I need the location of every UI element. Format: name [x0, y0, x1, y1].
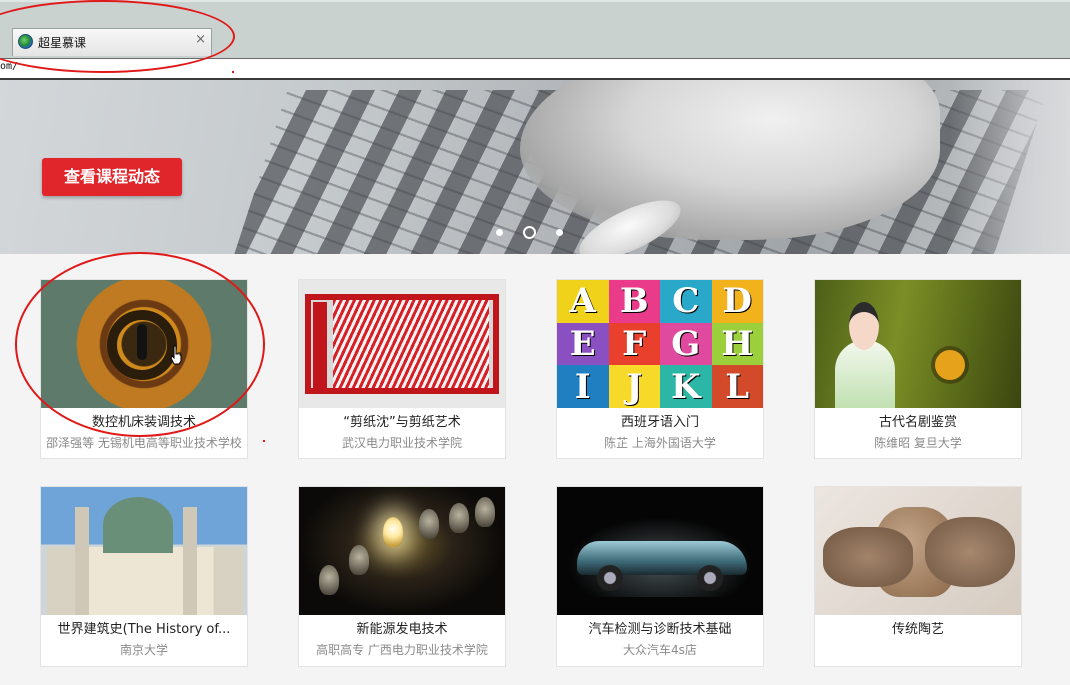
course-title[interactable]: 汽车检测与诊断技术基础: [557, 619, 763, 641]
slider-dot[interactable]: [556, 229, 563, 236]
dome-graphic: [103, 497, 173, 553]
bulb-graphic: [419, 509, 439, 539]
letter-tile: E: [557, 322, 609, 366]
address-bar[interactable]: om/: [0, 58, 1070, 80]
hand-cursor-icon: [170, 345, 182, 365]
letter-tile: I: [557, 365, 609, 408]
course-title[interactable]: 西班牙语入门: [557, 412, 763, 434]
bulb-graphic: [319, 565, 339, 595]
letter-tile: C: [660, 280, 712, 323]
course-thumbnail[interactable]: [815, 280, 1021, 408]
banner-hand-image: [520, 80, 940, 240]
slider-dot[interactable]: [496, 229, 503, 236]
annotation-dot: [232, 71, 234, 73]
figure-graphic: [137, 324, 147, 360]
course-title[interactable]: 世界建筑史(The History of...: [41, 619, 247, 641]
course-card[interactable]: 数控机床装调技术 邵泽强等 无锡机电高等职业技术学校: [40, 279, 248, 459]
course-title[interactable]: 传统陶艺: [815, 619, 1021, 641]
tab-title: 超星慕课: [38, 36, 87, 50]
letter-tile: J: [608, 365, 660, 408]
course-card[interactable]: A B C D E F G H I J K L 西班牙语入门 陈芷 上海外国语大…: [556, 279, 764, 459]
bulb-graphic: [449, 503, 469, 533]
course-thumbnail[interactable]: [557, 487, 763, 615]
opera-face-graphic: [849, 302, 879, 350]
letter-tile: D: [711, 280, 763, 323]
course-meta: 武汉电力职业技术学院: [341, 436, 462, 450]
course-card[interactable]: “剪纸沈”与剪纸艺术 武汉电力职业技术学院: [298, 279, 506, 459]
column-graphic: [183, 507, 197, 615]
hand-graphic: [823, 527, 913, 587]
banner-fade: [950, 80, 1070, 254]
course-meta: 陈芷 上海外国语大学: [604, 436, 716, 450]
course-title[interactable]: 数控机床装调技术: [41, 412, 247, 434]
letter-tile: F: [608, 322, 660, 366]
close-icon[interactable]: ×: [195, 32, 206, 47]
globe-icon: [18, 34, 33, 49]
opera-disc-graphic: [935, 350, 965, 380]
course-title[interactable]: “剪纸沈”与剪纸艺术: [299, 412, 505, 434]
course-thumbnail[interactable]: [815, 487, 1021, 615]
letter-tile: G: [660, 322, 712, 366]
letter-tile: A: [557, 280, 609, 323]
course-meta: 南京大学: [119, 643, 168, 657]
course-card[interactable]: 汽车检测与诊断技术基础 大众汽车4s店: [556, 486, 764, 667]
course-card[interactable]: 古代名剧鉴赏 陈维昭 复旦大学: [814, 279, 1022, 459]
course-thumbnail[interactable]: [41, 280, 247, 408]
course-meta: 高职高专 广西电力职业技术学院: [316, 643, 488, 657]
lit-bulb-graphic: [383, 517, 403, 547]
wheel-graphic: [697, 565, 723, 591]
letter-tile: K: [660, 365, 712, 408]
course-thumbnail[interactable]: [299, 487, 505, 615]
course-card[interactable]: 世界建筑史(The History of... 南京大学: [40, 486, 248, 667]
annotation-dot: [263, 440, 265, 442]
column-graphic: [75, 507, 89, 615]
slider-dots: [496, 222, 583, 239]
course-card[interactable]: 新能源发电技术 高职高专 广西电力职业技术学院: [298, 486, 506, 667]
opera-robe-graphic: [835, 340, 895, 408]
course-meta: 大众汽车4s店: [623, 643, 697, 657]
slider-dot-active[interactable]: [523, 226, 536, 239]
bulb-graphic: [475, 497, 495, 527]
course-thumbnail[interactable]: A B C D E F G H I J K L: [557, 280, 763, 408]
letter-tile: H: [711, 322, 763, 366]
course-thumbnail[interactable]: [299, 280, 505, 408]
papercut-graphic: [333, 300, 489, 388]
letter-tile: B: [608, 280, 660, 323]
course-thumbnail[interactable]: [41, 487, 247, 615]
browser-tab-strip: 超星慕课 ×: [0, 0, 1070, 58]
course-card[interactable]: 传统陶艺: [814, 486, 1022, 667]
view-course-updates-button[interactable]: 查看课程动态: [42, 158, 182, 196]
browser-tab[interactable]: 超星慕课 ×: [12, 28, 212, 56]
course-meta: 陈维昭 复旦大学: [874, 436, 962, 450]
papercut-strip: [313, 302, 327, 388]
wheel-graphic: [597, 565, 623, 591]
course-meta: [815, 641, 1021, 661]
bulb-graphic: [349, 545, 369, 575]
course-title[interactable]: 新能源发电技术: [299, 619, 505, 641]
hand-graphic: [925, 517, 1015, 587]
course-meta: 邵泽强等 无锡机电高等职业技术学校: [46, 436, 242, 450]
hero-banner: 查看课程动态: [0, 80, 1070, 254]
address-text: om/: [0, 61, 19, 72]
course-title[interactable]: 古代名剧鉴赏: [815, 412, 1021, 434]
letter-tile: L: [711, 365, 763, 408]
